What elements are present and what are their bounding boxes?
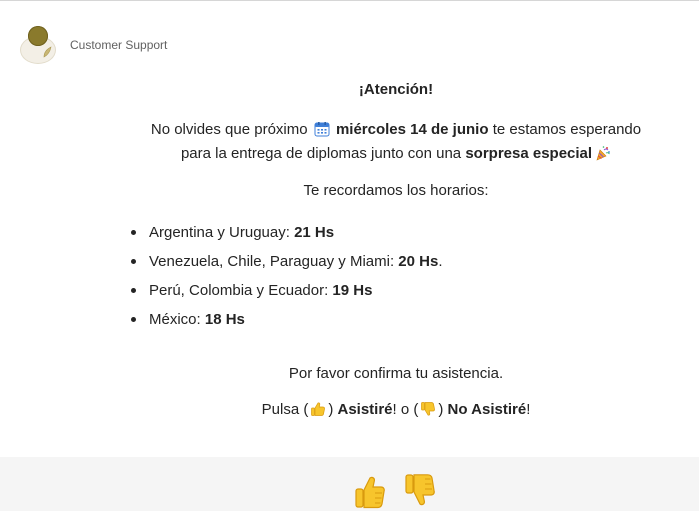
sender-name[interactable]: Customer Support: [70, 38, 167, 52]
event-date: miércoles 14 de junio: [335, 121, 489, 138]
intro-text-2: te estamos esperando: [492, 121, 642, 138]
schedule-region: Venezuela, Chile, Paraguay y Miami:: [149, 253, 399, 270]
schedule-region: Perú, Colombia y Ecuador:: [149, 282, 333, 299]
list-item: Argentina y Uruguay: 21 Hs: [131, 218, 692, 247]
pulsa-prefix: Pulsa (: [261, 401, 309, 418]
avatar-logo-icon: [28, 26, 48, 46]
list-item: México: 18 Hs: [131, 305, 692, 334]
thumbs-down-button[interactable]: [404, 474, 436, 510]
message-body: ¡Atención! No olvides que próximo miérco…: [100, 70, 692, 422]
pulsa-mid2: ! o (: [392, 401, 419, 418]
intro-text-3: para la entrega de diplomas junto con un…: [180, 145, 462, 162]
reaction-instructions: Pulsa ( ) Asistiré! o ( ) No Asistiré!: [100, 398, 692, 422]
schedule-region: México:: [149, 311, 205, 328]
schedule-region: Argentina y Uruguay:: [149, 224, 295, 241]
reaction-bar: [0, 457, 699, 511]
schedule-time: 18 Hs: [204, 311, 245, 328]
schedule-time: 19 Hs: [332, 282, 373, 299]
schedule-heading: Te recordamos los horarios:: [303, 182, 489, 199]
message-title-line: ¡Atención!: [100, 78, 692, 102]
thumbs-up-icon: [311, 402, 326, 416]
not-attend-label: No Asistiré: [447, 401, 527, 418]
message-title: ¡Atención!: [358, 81, 434, 98]
schedule-time: 21 Hs: [294, 224, 335, 241]
top-divider: [0, 0, 699, 1]
surprise-text: sorpresa especial: [465, 145, 593, 162]
pulsa-mid1: ): [328, 401, 334, 418]
avatar[interactable]: [18, 24, 58, 64]
party-popper-icon: [596, 146, 610, 161]
calendar-icon: [314, 122, 330, 137]
schedule-suffix: .: [438, 253, 443, 270]
thumbs-up-icon: [355, 476, 385, 509]
thumbs-down-icon: [421, 402, 436, 416]
confirm-text: Por favor confirma tu asistencia.: [288, 365, 504, 382]
pulsa-mid3: ): [438, 401, 444, 418]
thumbs-down-icon: [405, 474, 435, 506]
thumbs-up-button[interactable]: [354, 474, 386, 510]
leaf-icon: [43, 46, 52, 58]
schedule-time: 20 Hs: [398, 253, 439, 270]
list-item: Perú, Colombia y Ecuador: 19 Hs: [131, 276, 692, 305]
attend-label: Asistiré: [337, 401, 393, 418]
schedule-list: Argentina y Uruguay: 21 Hs Venezuela, Ch…: [100, 218, 692, 334]
sender-row: Customer Support: [18, 24, 167, 64]
intro-paragraph: No olvides que próximo miércoles 14 de j…: [100, 118, 692, 166]
intro-text-1: No olvides que próximo: [150, 121, 308, 138]
pulsa-suffix: !: [526, 401, 531, 418]
list-item: Venezuela, Chile, Paraguay y Miami: 20 H…: [131, 247, 692, 276]
